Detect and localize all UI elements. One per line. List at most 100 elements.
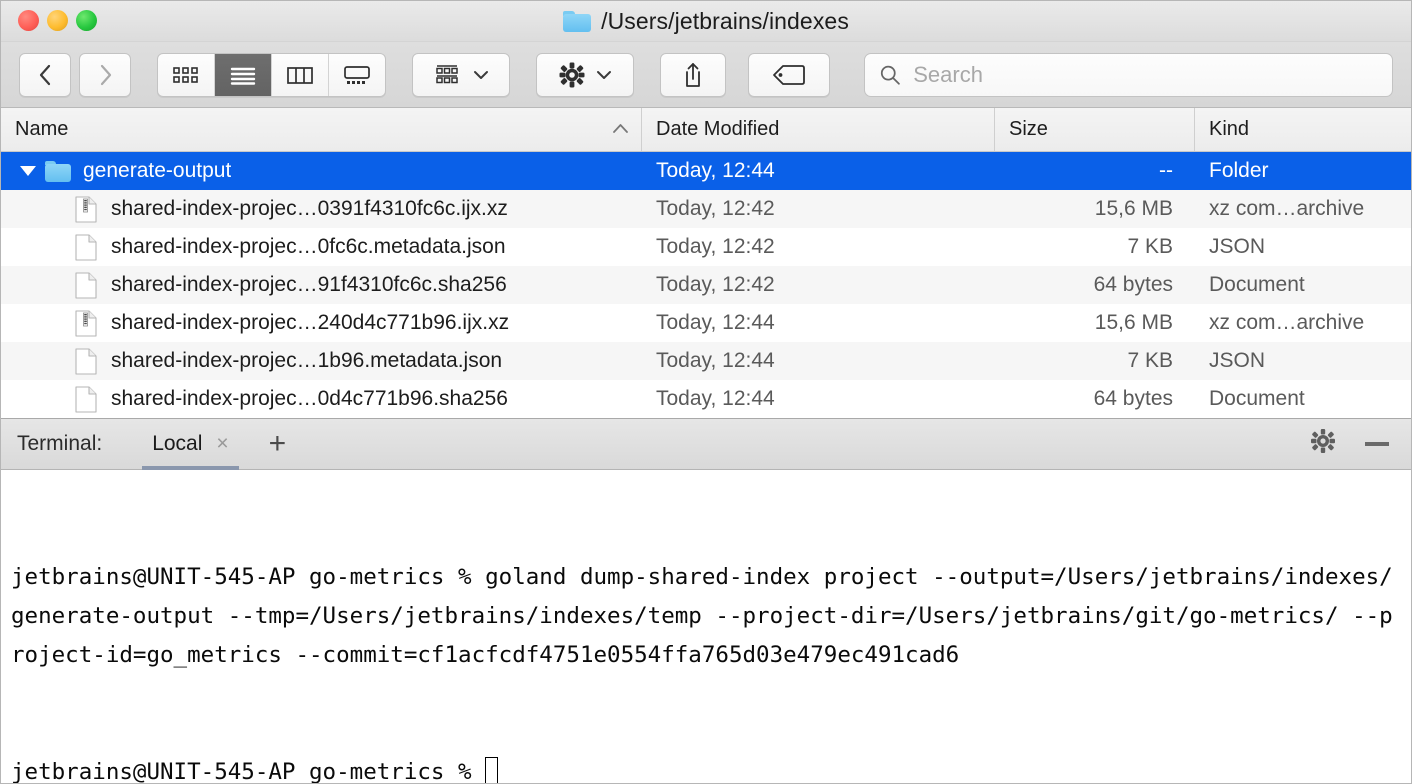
file-name-cell: shared-index-projec…91f4310fc6c.sha256 (1, 272, 642, 299)
file-kind-cell: JSON (1195, 235, 1411, 259)
sort-ascending-icon (612, 121, 629, 138)
file-date-cell: Today, 12:44 (642, 159, 995, 183)
column-header-name[interactable]: Name (1, 108, 642, 151)
chevron-down-icon (20, 166, 36, 176)
file-date-cell: Today, 12:42 (642, 235, 995, 259)
gallery-view-button[interactable] (329, 54, 385, 96)
table-row[interactable]: shared-index-projec…0fc6c.metadata.json T… (1, 228, 1411, 266)
file-size-cell: 7 KB (995, 349, 1195, 373)
file-name-cell: shared-index-projec…0391f4310fc6c.ijx.xz (1, 196, 642, 223)
file-kind-cell: Document (1195, 273, 1411, 297)
file-size-cell: 15,6 MB (995, 197, 1195, 221)
file-name-cell: generate-output (1, 159, 642, 183)
back-button[interactable] (19, 53, 71, 97)
document-file-icon (75, 272, 97, 299)
disclosure-triangle-expanded[interactable] (15, 166, 41, 176)
column-header-name-label: Name (15, 118, 68, 141)
file-date-cell: Today, 12:44 (642, 387, 995, 411)
minimize-icon[interactable] (1365, 442, 1389, 446)
file-size-cell: 15,6 MB (995, 311, 1195, 335)
table-row[interactable]: generate-output Today, 12:44--Folder (1, 152, 1411, 190)
file-kind-cell: Document (1195, 387, 1411, 411)
forward-button[interactable] (79, 53, 131, 97)
chevron-down-icon (596, 70, 612, 80)
file-name-label: generate-output (83, 159, 231, 183)
search-box[interactable] (864, 53, 1393, 97)
column-header-kind[interactable]: Kind (1195, 108, 1411, 151)
column-view-button[interactable] (272, 54, 329, 96)
table-row[interactable]: shared-index-projec…0d4c771b96.sha256 Tod… (1, 380, 1411, 418)
file-name-label: shared-index-projec…0fc6c.metadata.json (111, 235, 506, 259)
search-input[interactable] (911, 61, 1378, 89)
file-name-cell: shared-index-projec…0d4c771b96.sha256 (1, 386, 642, 413)
document-file-icon (75, 386, 97, 413)
group-by-button[interactable] (412, 53, 510, 97)
add-tab-button[interactable]: + (269, 429, 287, 459)
file-name-label: shared-index-projec…91f4310fc6c.sha256 (111, 273, 507, 297)
tags-button[interactable] (748, 53, 830, 97)
share-button[interactable] (660, 53, 726, 97)
chevron-left-icon (39, 64, 52, 86)
file-name-label: shared-index-projec…1b96.metadata.json (111, 349, 502, 373)
file-size-cell: 64 bytes (995, 273, 1195, 297)
terminal-header-actions (1309, 427, 1395, 460)
file-kind-cell: xz com…archive (1195, 311, 1411, 335)
file-date-cell: Today, 12:44 (642, 349, 995, 373)
finder-window: /Users/jetbrains/indexes (0, 0, 1412, 784)
folder-icon (563, 10, 591, 32)
table-row[interactable]: shared-index-projec…91f4310fc6c.sha256To… (1, 266, 1411, 304)
file-name-label: shared-index-projec…0d4c771b96.sha256 (111, 387, 508, 411)
terminal-output[interactable]: jetbrains@UNIT-545-AP go-metrics % golan… (1, 470, 1411, 783)
folder-icon (45, 160, 71, 182)
document-file-icon (75, 234, 97, 261)
file-name-cell: shared-index-projec…240d4c771b96.ijx.xz (1, 310, 642, 337)
chevron-right-icon (99, 64, 112, 86)
terminal-command-line: jetbrains@UNIT-545-AP go-metrics % golan… (11, 558, 1401, 675)
column-header-size[interactable]: Size (995, 108, 1195, 151)
maximize-button[interactable] (76, 10, 97, 31)
search-icon (879, 63, 901, 87)
columns-icon (286, 65, 314, 85)
column-header-date-modified[interactable]: Date Modified (642, 108, 995, 151)
toolbar (1, 42, 1411, 108)
action-menu-button[interactable] (536, 53, 634, 97)
tag-icon (772, 64, 806, 86)
column-header-kind-label: Kind (1209, 118, 1249, 141)
terminal-tab-label: Local (152, 432, 202, 456)
traffic-light-buttons (18, 10, 97, 31)
terminal-tab-local[interactable]: Local × (134, 418, 246, 470)
table-row[interactable]: shared-index-projec…1b96.metadata.json To… (1, 342, 1411, 380)
archive-file-icon (75, 196, 97, 223)
column-header-size-label: Size (1009, 118, 1048, 141)
terminal-prompt-line: jetbrains@UNIT-545-AP go-metrics % (11, 753, 1401, 783)
column-header-date-label: Date Modified (656, 118, 779, 141)
table-row[interactable]: shared-index-projec…0391f4310fc6c.ijx.xz… (1, 190, 1411, 228)
file-size-cell: 7 KB (995, 235, 1195, 259)
list-icon (229, 65, 257, 85)
share-icon (682, 61, 704, 89)
gallery-icon (343, 65, 371, 85)
file-name-label: shared-index-projec…0391f4310fc6c.ijx.xz (111, 197, 508, 221)
close-icon[interactable]: × (216, 433, 228, 454)
gear-icon[interactable] (1309, 427, 1337, 460)
icon-view-button[interactable] (158, 54, 215, 96)
grid-icon (172, 65, 200, 85)
gear-icon (558, 61, 586, 89)
file-size-cell: -- (995, 159, 1195, 183)
window-title: /Users/jetbrains/indexes (601, 8, 849, 35)
window-title-group: /Users/jetbrains/indexes (1, 1, 1411, 41)
table-row[interactable]: shared-index-projec…240d4c771b96.ijx.xzT… (1, 304, 1411, 342)
file-kind-cell: xz com…archive (1195, 197, 1411, 221)
terminal-cursor (485, 757, 498, 783)
chevron-down-icon (473, 70, 489, 80)
file-kind-cell: Folder (1195, 159, 1411, 183)
navigation-buttons (19, 53, 131, 97)
file-list[interactable]: generate-outputToday, 12:44--Foldershare… (1, 152, 1411, 418)
minimize-button[interactable] (47, 10, 68, 31)
file-name-label: shared-index-projec…240d4c771b96.ijx.xz (111, 311, 509, 335)
list-view-button[interactable] (215, 54, 272, 96)
archive-file-icon (75, 310, 97, 337)
close-button[interactable] (18, 10, 39, 31)
column-header-row: Name Date Modified Size Kind (1, 108, 1411, 152)
file-size-cell: 64 bytes (995, 387, 1195, 411)
